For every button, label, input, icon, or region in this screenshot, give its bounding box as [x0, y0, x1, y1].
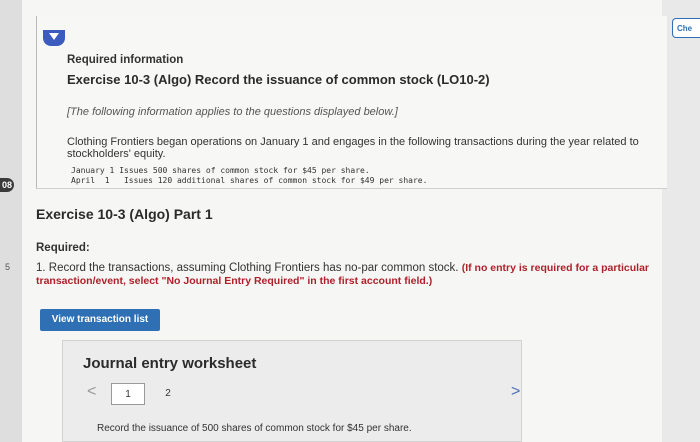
transaction-text: Issues 500 shares of common stock for $4… [119, 166, 370, 175]
info-note: [The following information applies to th… [67, 106, 398, 118]
worksheet-title: Journal entry worksheet [83, 355, 257, 372]
worksheet-instruction: Record the issuance of 500 shares of com… [97, 423, 412, 434]
collapse-toggle-icon[interactable] [43, 30, 65, 46]
journal-entry-worksheet: Journal entry worksheet < 1 2 > Record t… [62, 340, 522, 442]
part-title: Exercise 10-3 (Algo) Part 1 [36, 206, 213, 222]
worksheet-step-1[interactable]: 1 [111, 383, 145, 405]
required-information-panel: Required information Exercise 10-3 (Algo… [36, 16, 667, 189]
required-text: 1. Record the transactions, assuming Clo… [36, 262, 459, 274]
exercise-title: Exercise 10-3 (Algo) Record the issuance… [67, 72, 490, 87]
question-number-badge[interactable]: 08 [0, 178, 14, 192]
next-arrow-icon[interactable]: > [511, 383, 520, 401]
left-sidebar-strip: 08 5 [0, 0, 22, 442]
required-label: Required: [36, 242, 90, 254]
question-number[interactable]: 5 [5, 262, 10, 272]
check-my-work-button[interactable]: Che [672, 18, 700, 38]
required-instructions: 1. Record the transactions, assuming Clo… [36, 262, 676, 288]
view-transaction-list-button[interactable]: View transaction list [40, 309, 160, 331]
exercise-description: Clothing Frontiers began operations on J… [67, 136, 639, 160]
transaction-date: January 1 [71, 166, 115, 175]
previous-arrow-icon[interactable]: < [87, 383, 96, 401]
transaction-text: Issues 120 additional shares of common s… [123, 176, 428, 185]
transactions-list: January 1 Issues 500 shares of common st… [71, 166, 427, 186]
transaction-date: April 1 [71, 176, 110, 185]
required-information-heading: Required information [67, 54, 184, 66]
question-page: Required information Exercise 10-3 (Algo… [22, 0, 667, 442]
worksheet-step-2[interactable]: 2 [151, 383, 185, 405]
